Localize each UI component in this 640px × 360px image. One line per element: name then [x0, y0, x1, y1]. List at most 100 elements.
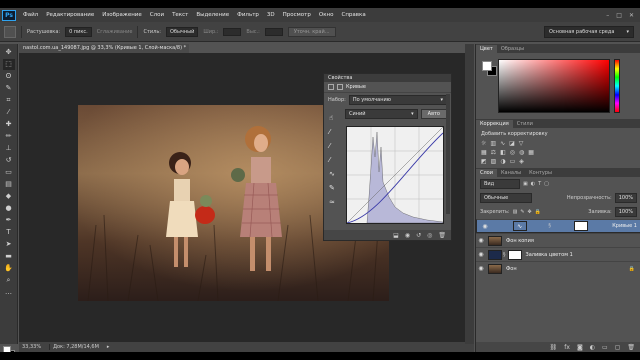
- brush-tool-icon[interactable]: ✏: [3, 131, 15, 142]
- refine-edge-button[interactable]: Уточн. край...: [287, 26, 336, 37]
- eraser-tool-icon[interactable]: ▭: [3, 167, 15, 178]
- lock-all-icon[interactable]: 🔒: [535, 209, 541, 215]
- invert-icon[interactable]: ◩: [481, 158, 487, 165]
- menu-filter[interactable]: Фильтр: [233, 12, 263, 18]
- menu-image[interactable]: Изображение: [98, 12, 146, 18]
- color-field[interactable]: [498, 59, 610, 113]
- hue-saturation-icon[interactable]: ▦: [481, 149, 487, 156]
- lasso-tool-icon[interactable]: ʘ: [3, 71, 15, 82]
- layer-row[interactable]: ◉ ∿ § Кривые 1: [476, 219, 640, 233]
- menu-select[interactable]: Выделение: [192, 12, 233, 18]
- tab-adjustments[interactable]: Коррекция: [476, 120, 513, 128]
- link-layers-icon[interactable]: ⛓: [550, 344, 558, 351]
- color-balance-icon[interactable]: ⚖: [491, 149, 496, 156]
- white-point-eyedropper-icon[interactable]: ⁄: [329, 156, 341, 164]
- layer-mask-thumbnail[interactable]: [573, 221, 588, 231]
- clone-stamp-tool-icon[interactable]: ⊥: [3, 143, 15, 154]
- photo-filter-icon[interactable]: ◎: [510, 149, 515, 156]
- view-previous-icon[interactable]: ◉: [405, 232, 410, 239]
- layer-mask-thumbnail[interactable]: [507, 249, 522, 260]
- new-adjustment-icon[interactable]: ◐: [590, 344, 595, 351]
- layer-row[interactable]: ◉ Фон копия: [476, 233, 640, 247]
- eye-icon[interactable]: ◉: [476, 237, 486, 244]
- hand-tool-icon[interactable]: ✋: [3, 263, 15, 274]
- selective-color-icon[interactable]: ◈: [519, 158, 524, 165]
- brightness-contrast-icon[interactable]: ☼: [481, 140, 486, 147]
- menu-edit[interactable]: Редактирование: [42, 12, 98, 18]
- tab-swatches[interactable]: Образцы: [497, 45, 528, 53]
- history-brush-tool-icon[interactable]: ↺: [3, 155, 15, 166]
- fx-icon[interactable]: fx: [564, 344, 570, 351]
- zoom-tool-icon[interactable]: ⌕: [3, 275, 15, 286]
- marquee-preset-icon[interactable]: [4, 25, 16, 38]
- foreground-color-swatch[interactable]: [482, 61, 492, 71]
- adjustment-filter-icon[interactable]: ◐: [531, 181, 535, 187]
- link-icon[interactable]: §: [503, 252, 506, 258]
- layer-row[interactable]: ◉ Фон 🔒: [476, 261, 640, 275]
- close-button[interactable]: ✕: [629, 12, 634, 19]
- move-tool-icon[interactable]: ✥: [3, 47, 15, 58]
- rect-marquee-tool-icon[interactable]: ⬚: [2, 59, 15, 70]
- style-select[interactable]: Обычный: [165, 26, 199, 37]
- tab-channels[interactable]: Каналы: [497, 169, 525, 177]
- gray-point-eyedropper-icon[interactable]: ⁄: [329, 142, 341, 150]
- eye-icon[interactable]: ◉: [476, 251, 486, 258]
- smooth-icon[interactable]: ≈: [329, 198, 341, 206]
- reset-icon[interactable]: ↺: [416, 232, 421, 239]
- document-tab[interactable]: nastol.com.ua_149087.jpg @ 33,3% (Кривые…: [19, 44, 189, 53]
- tab-paths[interactable]: Контуры: [525, 169, 556, 177]
- eye-icon[interactable]: ◉: [476, 265, 486, 272]
- layer-name[interactable]: Заливка цветом 1: [526, 252, 573, 258]
- minimize-button[interactable]: –: [606, 12, 609, 19]
- exposure-icon[interactable]: ◪: [509, 140, 515, 147]
- pixel-filter-icon[interactable]: ▣: [523, 181, 528, 187]
- path-select-tool-icon[interactable]: ➤: [3, 239, 15, 250]
- menu-view[interactable]: Просмотр: [279, 12, 315, 18]
- layer-kind-filter[interactable]: Вид: [480, 179, 520, 189]
- layer-mask-icon[interactable]: [337, 84, 343, 90]
- clip-to-layer-icon[interactable]: ⬓: [393, 232, 399, 239]
- zoom-level[interactable]: 33,33%: [22, 344, 41, 350]
- tab-styles[interactable]: Стили: [513, 120, 537, 128]
- curves-graph[interactable]: [346, 126, 444, 224]
- color-lookup-icon[interactable]: ▦: [528, 149, 534, 156]
- menu-type[interactable]: Текст: [168, 12, 192, 18]
- eye-icon[interactable]: ◉: [480, 223, 490, 230]
- channel-mixer-icon[interactable]: ◍: [519, 149, 524, 156]
- menu-3d[interactable]: 3D: [263, 12, 279, 18]
- posterize-icon[interactable]: ▨: [491, 158, 497, 165]
- maximize-button[interactable]: □: [616, 12, 622, 19]
- channel-select[interactable]: Синий ▾: [345, 109, 418, 119]
- shape-tool-icon[interactable]: ▬: [3, 251, 15, 262]
- height-input[interactable]: [264, 27, 283, 36]
- black-point-eyedropper-icon[interactable]: ⁄: [329, 128, 341, 136]
- gradient-tool-icon[interactable]: ▤: [3, 179, 15, 190]
- layer-name[interactable]: Фон копия: [506, 238, 534, 244]
- trash-icon[interactable]: 🗑: [627, 344, 635, 351]
- quick-select-tool-icon[interactable]: ✎: [3, 83, 15, 94]
- more-tools-icon[interactable]: …: [3, 287, 15, 298]
- black-white-icon[interactable]: ◧: [500, 149, 506, 156]
- threshold-icon[interactable]: ◑: [500, 158, 505, 165]
- curves-icon[interactable]: ∿: [500, 140, 505, 147]
- menu-file[interactable]: Файл: [19, 12, 42, 18]
- curve-edit-icon[interactable]: ∿: [329, 170, 341, 178]
- shape-filter-icon[interactable]: ▢: [544, 181, 549, 187]
- menu-help[interactable]: Справка: [337, 12, 369, 18]
- target-adjust-icon[interactable]: ☝: [329, 114, 341, 122]
- dodge-tool-icon[interactable]: ●: [3, 203, 15, 214]
- opacity-input[interactable]: 100%: [614, 193, 637, 203]
- foreground-color-swatch[interactable]: [3, 346, 11, 352]
- blend-mode-select[interactable]: Обычные: [480, 193, 532, 203]
- feather-input[interactable]: 0 пикс.: [65, 26, 92, 37]
- new-group-icon[interactable]: ▭: [602, 344, 608, 351]
- type-tool-icon[interactable]: T: [3, 227, 15, 238]
- lock-paint-icon[interactable]: ✎: [520, 209, 524, 215]
- auto-button[interactable]: Авто: [420, 109, 447, 119]
- preset-select[interactable]: По умолчанию ▾: [348, 95, 447, 105]
- chevron-right-icon[interactable]: ▸: [107, 344, 110, 350]
- new-layer-icon[interactable]: ▢: [615, 344, 621, 351]
- crop-tool-icon[interactable]: ⌗: [3, 95, 15, 106]
- visibility-icon[interactable]: ◎: [427, 232, 432, 239]
- lock-transparent-icon[interactable]: ▨: [513, 209, 518, 215]
